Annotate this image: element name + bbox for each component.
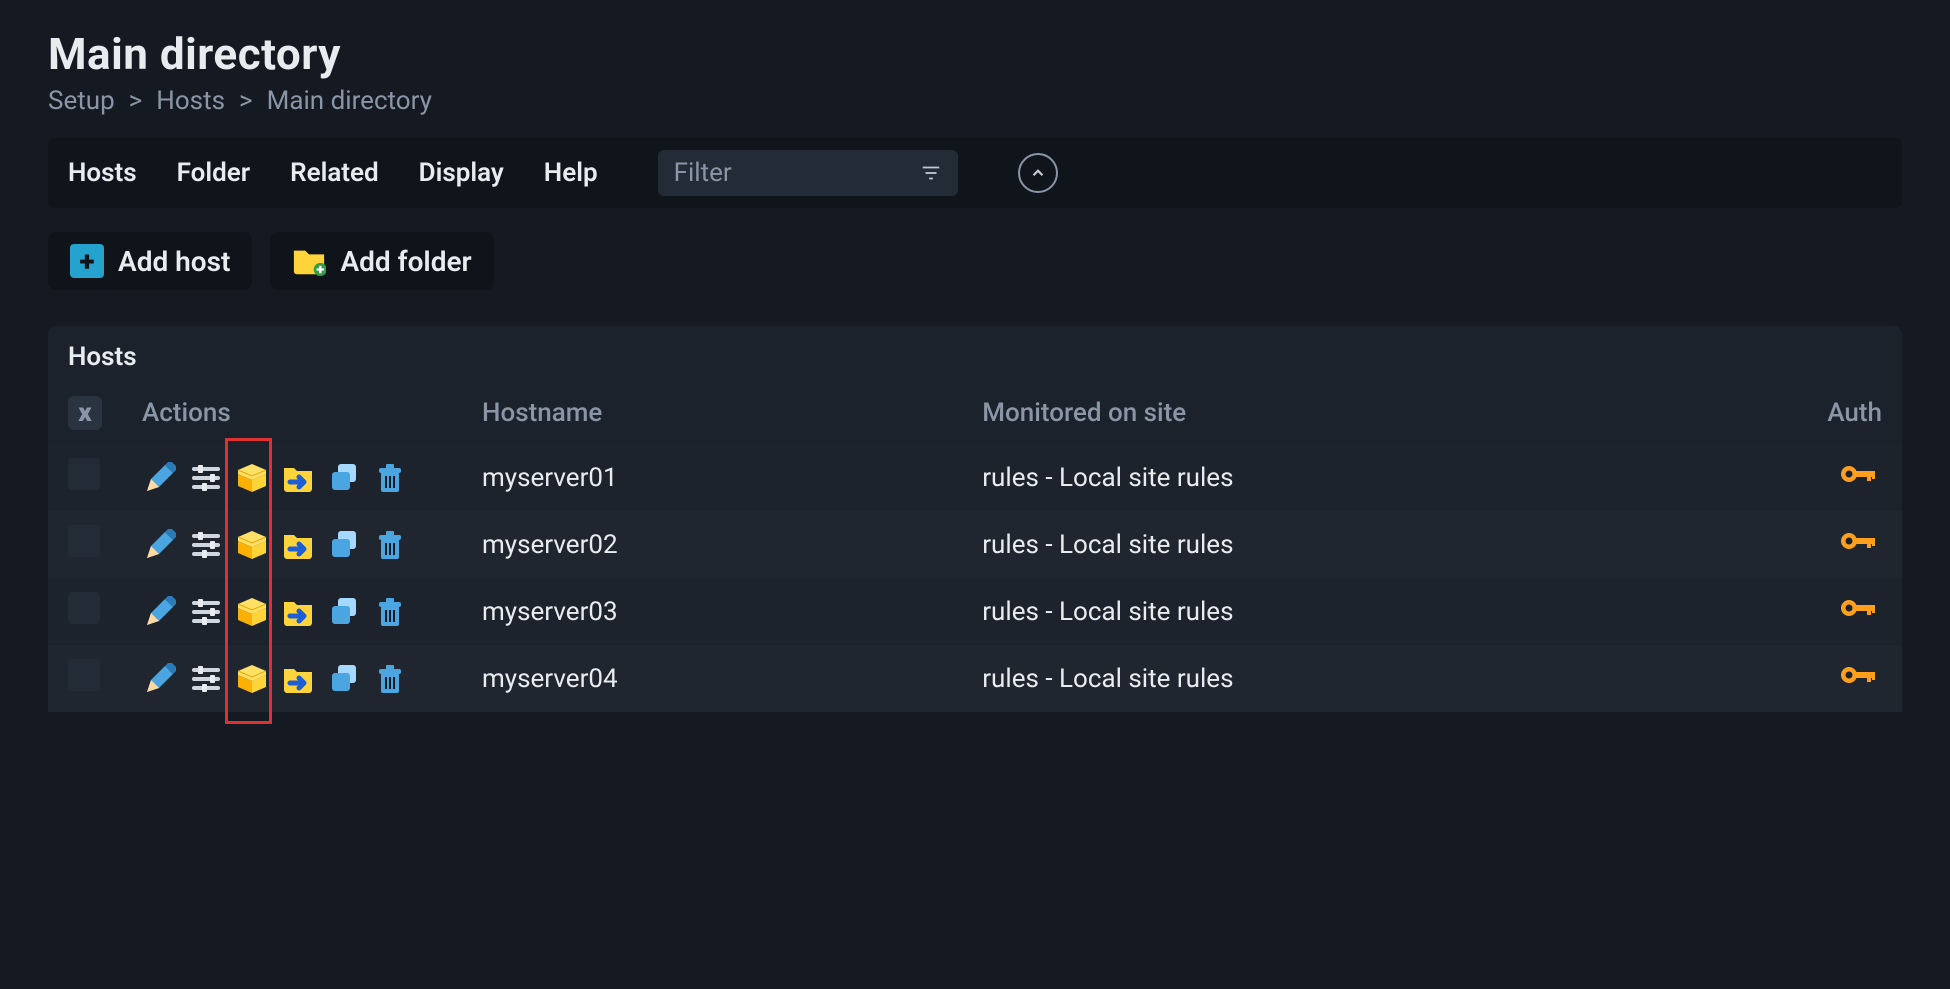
monitored-cell: rules - Local site rules: [962, 645, 1792, 712]
params-icon[interactable]: [188, 527, 224, 563]
select-all-clear[interactable]: x: [68, 396, 102, 430]
edit-icon[interactable]: [142, 661, 178, 697]
col-monitored[interactable]: Monitored on site: [962, 382, 1792, 444]
breadcrumb-sep: >: [239, 86, 253, 116]
clone-icon[interactable]: [326, 594, 362, 630]
col-auth[interactable]: Auth: [1792, 382, 1902, 444]
filter-placeholder: Filter: [674, 158, 732, 188]
table-row: myserver01 rules - Local site rules: [48, 444, 1902, 511]
breadcrumb-item-0[interactable]: Setup: [48, 86, 115, 116]
row-checkbox[interactable]: [68, 525, 100, 557]
col-actions: Actions: [122, 382, 462, 444]
edit-icon[interactable]: [142, 594, 178, 630]
row-checkbox[interactable]: [68, 458, 100, 490]
delete-icon[interactable]: [372, 527, 408, 563]
row-checkbox[interactable]: [68, 592, 100, 624]
services-box-icon[interactable]: [234, 594, 270, 630]
hosts-panel: Hosts x Actions Hostname Monitored on si…: [48, 326, 1902, 712]
monitored-cell: rules - Local site rules: [962, 578, 1792, 645]
monitored-cell: rules - Local site rules: [962, 511, 1792, 578]
edit-icon[interactable]: [142, 527, 178, 563]
delete-icon[interactable]: [372, 460, 408, 496]
toolbar: + Add host Add folder: [48, 232, 1902, 290]
row-checkbox[interactable]: [68, 659, 100, 691]
params-icon[interactable]: [188, 594, 224, 630]
delete-icon[interactable]: [372, 661, 408, 697]
hostname-cell[interactable]: myserver04: [462, 645, 962, 712]
clone-icon[interactable]: [326, 460, 362, 496]
auth-key-icon[interactable]: [1836, 659, 1882, 691]
move-folder-icon[interactable]: [280, 594, 316, 630]
menubar: Hosts Folder Related Display Help Filter: [48, 138, 1902, 208]
menu-item-related[interactable]: Related: [290, 158, 379, 188]
filter-input[interactable]: Filter: [658, 150, 958, 196]
col-hostname[interactable]: Hostname: [462, 382, 962, 444]
delete-icon[interactable]: [372, 594, 408, 630]
hostname-cell[interactable]: myserver03: [462, 578, 962, 645]
menu-item-help[interactable]: Help: [544, 158, 598, 188]
page-title: Main directory: [48, 28, 1902, 80]
table-row: myserver02 rules - Local site rules: [48, 511, 1902, 578]
params-icon[interactable]: [188, 661, 224, 697]
breadcrumb-item-1[interactable]: Hosts: [156, 86, 225, 116]
breadcrumb-item-2[interactable]: Main directory: [267, 86, 432, 116]
breadcrumb-sep: >: [129, 86, 143, 116]
auth-key-icon[interactable]: [1836, 592, 1882, 624]
collapse-button[interactable]: [1018, 153, 1058, 193]
add-host-label: Add host: [118, 245, 230, 278]
table-row: myserver03 rules - Local site rules: [48, 578, 1902, 645]
add-folder-button[interactable]: Add folder: [270, 232, 493, 290]
hostname-cell[interactable]: myserver01: [462, 444, 962, 511]
services-box-icon[interactable]: [234, 527, 270, 563]
menu-item-folder[interactable]: Folder: [177, 158, 250, 188]
hosts-table: x Actions Hostname Monitored on site Aut…: [48, 382, 1902, 712]
folder-add-icon: [292, 244, 326, 278]
menu-item-display[interactable]: Display: [419, 158, 504, 188]
auth-key-icon[interactable]: [1836, 458, 1882, 490]
services-box-icon[interactable]: [234, 661, 270, 697]
auth-key-icon[interactable]: [1836, 525, 1882, 557]
edit-icon[interactable]: [142, 460, 178, 496]
filter-icon: [920, 162, 942, 184]
move-folder-icon[interactable]: [280, 460, 316, 496]
move-folder-icon[interactable]: [280, 527, 316, 563]
clone-icon[interactable]: [326, 527, 362, 563]
plus-icon: +: [70, 244, 104, 278]
move-folder-icon[interactable]: [280, 661, 316, 697]
services-box-icon[interactable]: [234, 460, 270, 496]
monitored-cell: rules - Local site rules: [962, 444, 1792, 511]
hostname-cell[interactable]: myserver02: [462, 511, 962, 578]
add-folder-label: Add folder: [340, 245, 471, 278]
hosts-panel-title: Hosts: [48, 342, 1902, 382]
chevron-up-icon: [1029, 164, 1047, 182]
breadcrumb: Setup > Hosts > Main directory: [48, 86, 1902, 116]
params-icon[interactable]: [188, 460, 224, 496]
clone-icon[interactable]: [326, 661, 362, 697]
select-clear-label: x: [78, 398, 91, 428]
menu-item-hosts[interactable]: Hosts: [68, 158, 137, 188]
table-row: myserver04 rules - Local site rules: [48, 645, 1902, 712]
add-host-button[interactable]: + Add host: [48, 232, 252, 290]
